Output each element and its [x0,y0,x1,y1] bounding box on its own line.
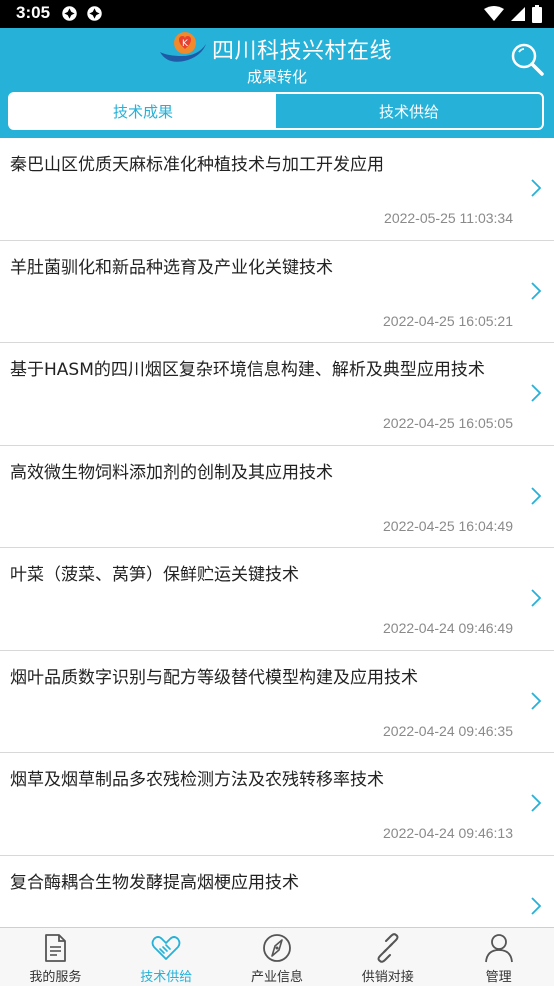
tab-tech-achievements[interactable]: 技术成果 [10,94,276,128]
tab-bar: 技术成果 技术供给 [8,92,544,130]
app-notification-icon [87,6,102,21]
app-screen: 3:05 K 四川科技兴村在线 成果转化 技术成果 技术供给 秦巴山区优质天麻标… [0,0,554,986]
app-notification-icon [62,6,77,21]
compass-icon [263,934,291,962]
item-title: 复合酶耦合生物发酵提高烟梗应用技术 [10,872,299,893]
list-item[interactable]: 羊肚菌驯化和新品种选育及产业化关键技术 2022-04-25 16:05:21 [0,240,554,343]
chevron-right-icon [531,179,542,197]
list-item[interactable]: 基于HASM的四川烟区复杂环境信息构建、解析及典型应用技术 2022-04-25… [0,343,554,446]
person-icon [484,934,513,963]
chevron-right-icon [531,896,542,915]
chevron-right-icon [531,794,542,812]
nav-label: 我的服务 [29,970,82,985]
item-timestamp: 2022-04-24 09:46:49 [383,620,513,636]
nav-item-supply-marketing[interactable]: 供销对接 [332,928,443,986]
handshake-icon [151,936,181,960]
item-title: 烟草及烟草制品多农残检测方法及农残转移率技术 [10,770,384,790]
chevron-right-icon [531,589,542,607]
app-title: 四川科技兴村在线 [212,39,393,64]
item-timestamp: 2022-05-25 11:03:34 [384,210,513,226]
chevron-right-icon [531,384,542,402]
signal-icon [511,7,525,21]
app-logo: K [160,32,206,62]
item-title: 秦巴山区优质天麻标准化种植技术与加工开发应用 [10,155,384,175]
item-title: 基于HASM的四川烟区复杂环境信息构建、解析及典型应用技术 [10,360,485,380]
document-icon [45,934,67,962]
item-title: 高效微生物饲料添加剂的创制及其应用技术 [10,462,333,483]
nav-item-tech-supply[interactable]: 技术供给 [111,928,222,986]
search-icon[interactable] [510,42,544,76]
nav-label: 供销对接 [361,970,414,985]
battery-icon [532,5,542,23]
item-timestamp: 2022-04-24 09:46:35 [383,722,513,739]
list-item[interactable]: 叶菜（菠菜、莴笋）保鲜贮运关键技术 2022-04-24 09:46:49 [0,548,554,651]
item-title: 羊肚菌驯化和新品种选育及产业化关键技术 [10,257,333,278]
list-item[interactable]: 高效微生物饲料添加剂的创制及其应用技术 2022-04-25 16:04:49 [0,445,554,548]
achievement-list: 秦巴山区优质天麻标准化种植技术与加工开发应用 2022-05-25 11:03:… [0,138,554,927]
status-icons [484,4,542,24]
page-subtitle: 成果转化 [246,68,307,86]
item-timestamp: 2022-04-25 16:05:05 [383,415,513,431]
chevron-right-icon [531,691,542,710]
nav-label: 技术供给 [140,970,193,985]
list-item[interactable]: 烟叶品质数字识别与配方等级替代模型构建及应用技术 2022-04-24 09:4… [0,650,554,753]
item-timestamp: 2022-04-25 16:04:49 [383,517,513,534]
list-item[interactable]: 秦巴山区优质天麻标准化种植技术与加工开发应用 2022-05-25 11:03:… [0,138,554,241]
bottom-nav: 我的服务 技术供给 产业信息 供销对接 管理 [0,927,554,986]
nav-item-industry-info[interactable]: 产业信息 [222,928,333,986]
item-timestamp: 2022-04-24 09:46:13 [383,825,513,841]
item-title: 烟叶品质数字识别与配方等级替代模型构建及应用技术 [10,667,418,688]
item-title: 叶菜（菠菜、莴笋）保鲜贮运关键技术 [10,565,299,585]
wifi-icon [484,6,504,21]
nav-item-manage[interactable]: 管理 [443,928,554,986]
chevron-right-icon [531,281,542,300]
nav-label: 管理 [485,970,512,985]
item-timestamp: 2022-04-25 16:05:21 [383,312,513,329]
nav-item-my-services[interactable]: 我的服务 [0,928,111,986]
list-item[interactable]: 烟草及烟草制品多农残检测方法及农残转移率技术 2022-04-24 09:46:… [0,753,554,856]
header: K 四川科技兴村在线 成果转化 技术成果 技术供给 [0,28,554,138]
list-item[interactable]: 复合酶耦合生物发酵提高烟梗应用技术 [0,855,554,927]
link-icon [377,933,399,963]
chevron-right-icon [531,486,542,505]
status-bar: 3:05 [0,0,554,28]
status-time: 3:05 [16,3,51,22]
nav-label: 产业信息 [250,970,303,985]
tab-tech-supply[interactable]: 技术供给 [276,94,542,128]
